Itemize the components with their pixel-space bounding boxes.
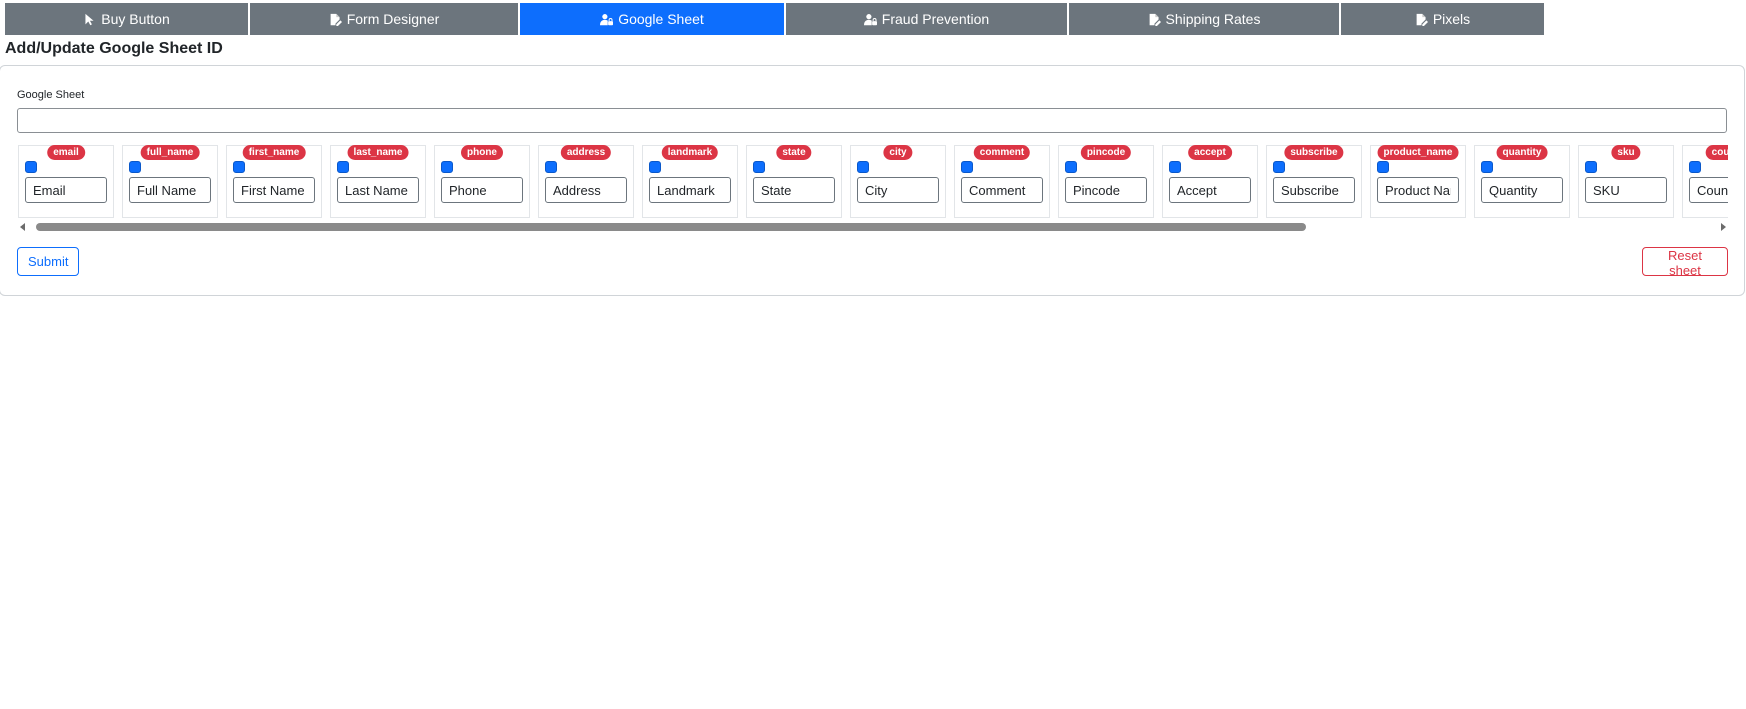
field-enable-checkbox[interactable] xyxy=(1065,161,1077,173)
field-column-input[interactable] xyxy=(25,177,107,203)
field-key-badge: address xyxy=(560,145,612,160)
field-enable-checkbox[interactable] xyxy=(25,161,37,173)
field-column-input[interactable] xyxy=(441,177,523,203)
field-key-badge: last_name xyxy=(347,145,409,160)
user-lock-icon xyxy=(863,13,877,26)
horizontal-scrollbar[interactable] xyxy=(18,221,1728,233)
field-column-input[interactable] xyxy=(961,177,1043,203)
field-card-full-name: full_name xyxy=(122,145,218,218)
scroll-left-arrow-icon[interactable] xyxy=(20,223,25,231)
field-card-pincode: pincode xyxy=(1058,145,1154,218)
field-key-badge: first_name xyxy=(242,145,306,160)
field-column-input[interactable] xyxy=(337,177,419,203)
file-edit-icon xyxy=(1148,13,1161,26)
field-enable-checkbox[interactable] xyxy=(129,161,141,173)
tab-google-sheet[interactable]: Google Sheet xyxy=(520,3,786,35)
scroll-right-arrow-icon[interactable] xyxy=(1721,223,1726,231)
field-key-badge: subscribe xyxy=(1284,145,1344,160)
field-key-badge: phone xyxy=(461,145,503,160)
field-card-product-name: product_name xyxy=(1370,145,1466,218)
tab-label: Buy Button xyxy=(101,11,170,27)
field-key-badge: pincode xyxy=(1080,145,1132,160)
scroll-thumb[interactable] xyxy=(36,223,1306,231)
field-card-address: address xyxy=(538,145,634,218)
field-column-input[interactable] xyxy=(753,177,835,203)
field-column-input[interactable] xyxy=(649,177,731,203)
field-card-city: city xyxy=(850,145,946,218)
field-enable-checkbox[interactable] xyxy=(1273,161,1285,173)
field-card-landmark: landmark xyxy=(642,145,738,218)
tab-form-designer[interactable]: Form Designer xyxy=(250,3,520,35)
submit-button[interactable]: Submit xyxy=(17,247,79,276)
field-card-state: state xyxy=(746,145,842,218)
field-enable-checkbox[interactable] xyxy=(649,161,661,173)
tab-label: Shipping Rates xyxy=(1165,11,1261,27)
field-column-input[interactable] xyxy=(545,177,627,203)
field-column-input[interactable] xyxy=(1585,177,1667,203)
field-column-input[interactable] xyxy=(233,177,315,203)
tab-pixels[interactable]: Pixels xyxy=(1341,3,1546,35)
field-column-input[interactable] xyxy=(1169,177,1251,203)
field-key-badge: full_name xyxy=(140,145,200,160)
field-card-sku: sku xyxy=(1578,145,1674,218)
field-enable-checkbox[interactable] xyxy=(1585,161,1597,173)
tab-label: Google Sheet xyxy=(618,11,704,27)
tab-label: Form Designer xyxy=(346,11,440,27)
field-card-country: country xyxy=(1682,145,1728,218)
field-card-phone: phone xyxy=(434,145,530,218)
field-card-email: email xyxy=(18,145,114,218)
field-column-input[interactable] xyxy=(857,177,939,203)
field-mapping-scroller[interactable]: email full_name first_name last_name phone ad… xyxy=(18,145,1728,221)
field-card-quantity: quantity xyxy=(1474,145,1570,218)
tab-label: Fraud Prevention xyxy=(881,11,990,27)
field-card-subscribe: subscribe xyxy=(1266,145,1362,218)
file-edit-icon xyxy=(329,13,342,26)
field-card-comment: comment xyxy=(954,145,1050,218)
field-key-badge: country xyxy=(1705,145,1728,160)
google-sheet-input[interactable] xyxy=(17,108,1727,133)
field-enable-checkbox[interactable] xyxy=(857,161,869,173)
field-key-badge: city xyxy=(883,145,913,160)
tab-shipping-rates[interactable]: Shipping Rates xyxy=(1069,3,1341,35)
field-enable-checkbox[interactable] xyxy=(753,161,765,173)
field-column-input[interactable] xyxy=(1481,177,1563,203)
file-edit-icon xyxy=(1415,13,1428,26)
field-enable-checkbox[interactable] xyxy=(1377,161,1389,173)
field-column-input[interactable] xyxy=(1377,177,1459,203)
field-key-badge: quantity xyxy=(1496,145,1548,160)
page-title: Add/Update Google Sheet ID xyxy=(5,40,223,57)
field-enable-checkbox[interactable] xyxy=(1689,161,1701,173)
tab-bar: Buy Button Form Designer Google Sheet Fraud… xyxy=(5,3,1746,35)
field-card-accept: accept xyxy=(1162,145,1258,218)
field-column-input[interactable] xyxy=(1273,177,1355,203)
field-key-badge: comment xyxy=(973,145,1031,160)
field-enable-checkbox[interactable] xyxy=(961,161,973,173)
user-lock-icon xyxy=(600,13,614,26)
field-key-badge: landmark xyxy=(661,145,719,160)
reset-sheet-button[interactable]: Reset sheet xyxy=(1642,247,1728,278)
field-enable-checkbox[interactable] xyxy=(337,161,349,173)
field-enable-checkbox[interactable] xyxy=(1481,161,1493,173)
field-key-badge: sku xyxy=(1611,145,1641,160)
google-sheet-card: Google Sheet email full_name first_name las… xyxy=(0,65,1745,296)
tab-label: Pixels xyxy=(1432,11,1471,27)
field-card-last-name: last_name xyxy=(330,145,426,218)
field-column-input[interactable] xyxy=(1689,177,1728,203)
tab-fraud-prevention[interactable]: Fraud Prevention xyxy=(786,3,1069,35)
field-key-badge: accept xyxy=(1188,145,1232,160)
field-key-badge: product_name xyxy=(1377,145,1459,160)
field-column-input[interactable] xyxy=(1065,177,1147,203)
field-enable-checkbox[interactable] xyxy=(1169,161,1181,173)
field-enable-checkbox[interactable] xyxy=(441,161,453,173)
field-mapping-list: email full_name first_name last_name phone ad… xyxy=(18,145,1728,218)
google-sheet-label: Google Sheet xyxy=(17,89,85,101)
field-enable-checkbox[interactable] xyxy=(545,161,557,173)
cursor-icon xyxy=(83,13,96,26)
field-enable-checkbox[interactable] xyxy=(233,161,245,173)
tab-buy-button[interactable]: Buy Button xyxy=(5,3,250,35)
field-column-input[interactable] xyxy=(129,177,211,203)
field-key-badge: email xyxy=(47,145,85,160)
field-key-badge: state xyxy=(776,145,812,160)
field-card-first-name: first_name xyxy=(226,145,322,218)
